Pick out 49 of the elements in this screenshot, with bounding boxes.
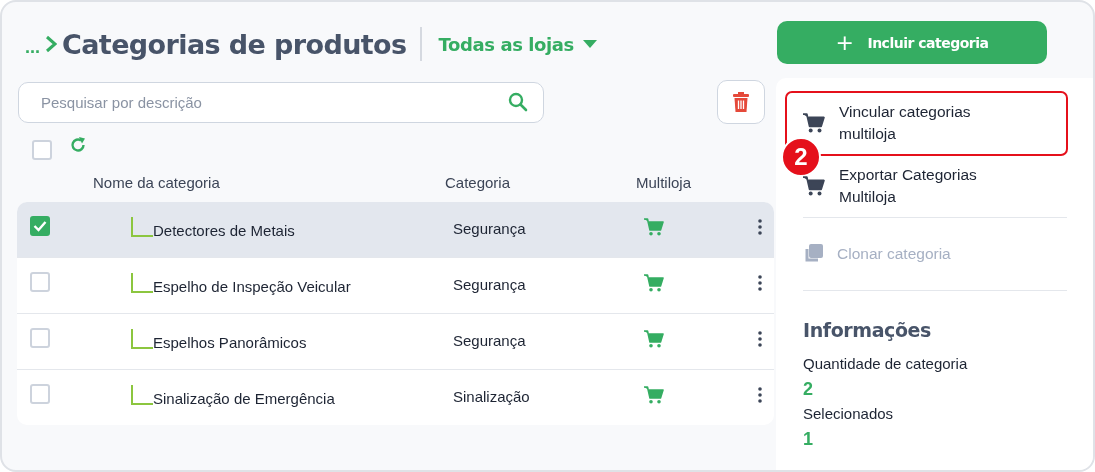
more-options-icon[interactable] <box>758 330 762 347</box>
cart-icon <box>803 176 825 196</box>
trash-icon <box>733 92 749 112</box>
row-checkbox[interactable] <box>30 327 50 348</box>
copy-icon <box>803 244 823 264</box>
cart-icon <box>644 385 664 404</box>
tree-branch-icon <box>131 216 153 237</box>
chevron-right-icon <box>44 34 58 54</box>
table-row[interactable]: Espelhos Panorâmicos Segurança <box>17 313 774 369</box>
info-value: 2 <box>803 379 814 400</box>
row-checkbox[interactable] <box>30 215 50 236</box>
page-title: Categorias de produtos <box>62 28 407 60</box>
more-options-icon[interactable] <box>758 274 762 291</box>
caret-icon <box>582 39 597 49</box>
info-label: Quantidade de categoria <box>803 355 969 372</box>
category-parent: Segurança <box>453 276 527 293</box>
refresh-icon[interactable] <box>69 136 87 154</box>
category-parent: Segurança <box>453 332 527 349</box>
table-row[interactable]: Detectores de Metais Segurança <box>17 202 774 257</box>
cart-icon <box>644 217 664 236</box>
step-badge: 2 <box>781 137 821 177</box>
tree-branch-icon <box>131 272 153 293</box>
tree-branch-icon <box>131 328 153 349</box>
category-parent: Segurança <box>453 220 527 237</box>
search-field[interactable]: Pesquisar por descrição <box>18 81 544 123</box>
category-name: Espelhos Panorâmicos <box>153 334 308 351</box>
table-row[interactable]: Sinalização de Emergência Sinalização <box>17 369 774 425</box>
table-row[interactable]: Espelho de Inspeção Veicular Segurança <box>17 257 774 313</box>
category-name: Detectores de Metais <box>153 222 296 239</box>
category-name: Sinalização de Emergência <box>153 390 336 407</box>
row-checkbox[interactable] <box>30 383 50 404</box>
category-parent: Sinalização <box>453 388 531 405</box>
tree-branch-icon <box>131 384 153 405</box>
info-label: Selecionados <box>803 405 895 422</box>
select-all-checkbox[interactable] <box>32 140 52 160</box>
column-header: Nome da categoria <box>93 173 221 191</box>
category-name: Espelho de Inspeção Veicular <box>153 278 352 295</box>
cart-icon <box>644 273 664 292</box>
search-icon <box>508 91 528 112</box>
delete-button[interactable] <box>717 80 765 124</box>
info-value: 1 <box>803 429 814 450</box>
row-checkbox[interactable] <box>30 271 50 292</box>
more-options-icon[interactable] <box>758 218 762 235</box>
info-title: Informações <box>803 319 932 341</box>
column-header: Categoria <box>445 173 512 191</box>
cart-icon <box>803 113 825 133</box>
column-header: Multiloja <box>636 173 692 191</box>
cart-icon <box>644 329 664 348</box>
more-options-icon[interactable] <box>758 386 762 403</box>
